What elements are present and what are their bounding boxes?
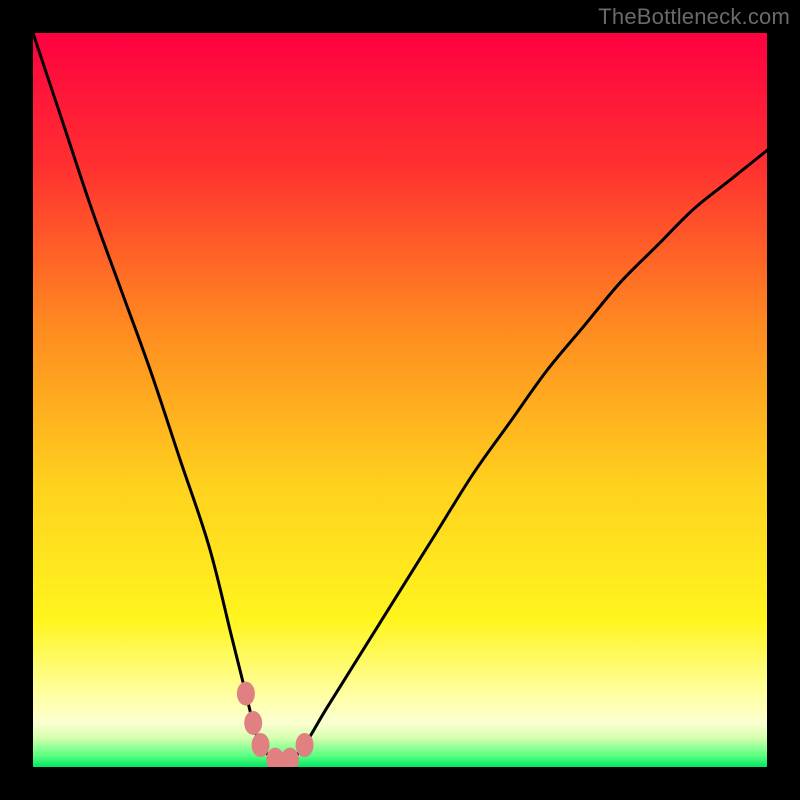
chart-frame: TheBottleneck.com [0, 0, 800, 800]
watermark-text: TheBottleneck.com [598, 4, 790, 30]
gradient-background [33, 33, 767, 767]
min-marker [296, 733, 314, 757]
bottleneck-curve-chart [33, 33, 767, 767]
min-marker [244, 711, 262, 735]
min-marker [252, 733, 270, 757]
min-marker [237, 682, 255, 706]
